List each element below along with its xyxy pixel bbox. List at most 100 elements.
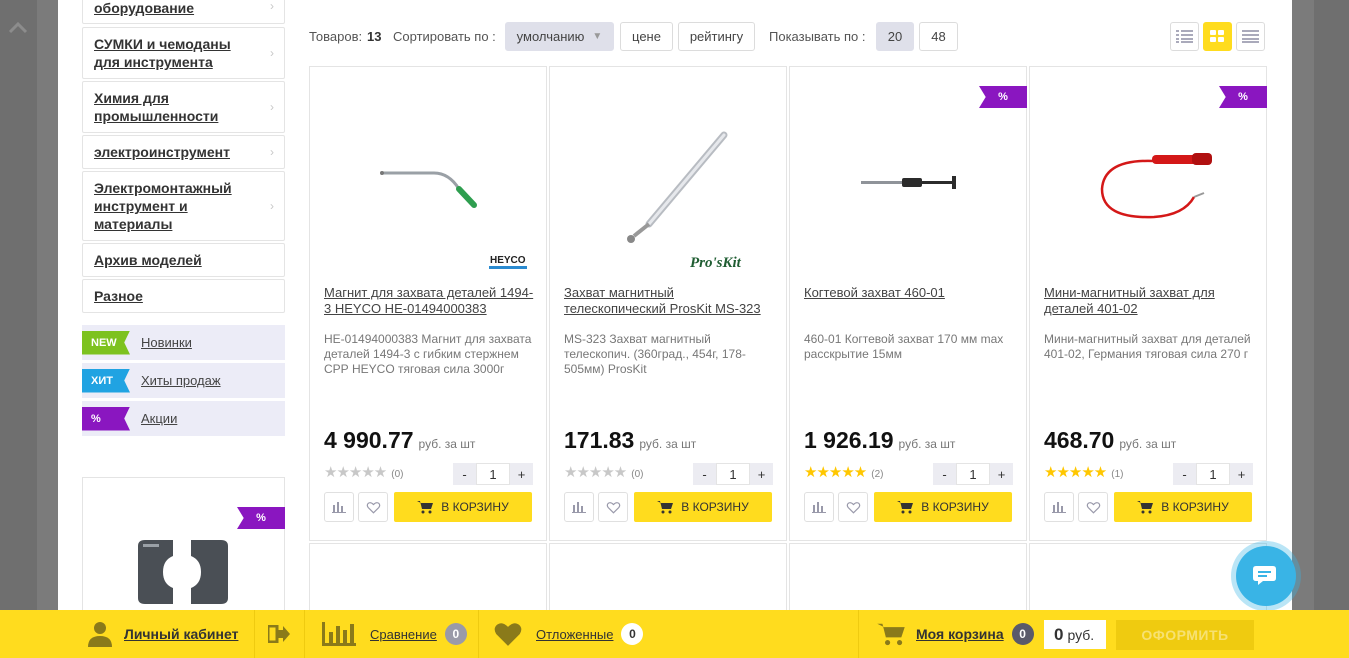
price-value: 4 990.77 bbox=[324, 427, 414, 453]
compare-button[interactable] bbox=[804, 492, 834, 522]
qty-minus-button[interactable]: - bbox=[693, 463, 716, 485]
show-20-button[interactable]: 20 bbox=[876, 22, 914, 51]
product-price: 468.70 руб. за шт bbox=[1044, 427, 1176, 454]
table-view-button[interactable] bbox=[1236, 22, 1265, 51]
category-chemistry[interactable]: Химия для промышленности › bbox=[82, 81, 285, 133]
add-to-cart-button[interactable]: В КОРЗИНУ bbox=[394, 492, 532, 522]
product-card[interactable]: % Мини-магнитный захват для деталей 401-… bbox=[1029, 66, 1267, 541]
add-to-cart-label: В КОРЗИНУ bbox=[441, 500, 509, 514]
product-name[interactable]: Мини-магнитный захват для деталей 401-02 bbox=[1044, 285, 1254, 317]
grid-view-icon bbox=[1210, 30, 1224, 42]
qty-input[interactable]: 1 bbox=[1196, 463, 1230, 485]
sort-price-button[interactable]: цене bbox=[620, 22, 673, 51]
qty-minus-button[interactable]: - bbox=[933, 463, 956, 485]
list-view-button[interactable] bbox=[1170, 22, 1199, 51]
price-unit: руб. за шт bbox=[418, 437, 476, 451]
add-to-cart-button[interactable]: В КОРЗИНУ bbox=[874, 492, 1012, 522]
qty-plus-button[interactable]: + bbox=[990, 463, 1013, 485]
wishlist-button[interactable] bbox=[1078, 492, 1108, 522]
compare-link[interactable]: Сравнение 0 bbox=[322, 610, 467, 658]
bottom-bar: Личный кабинет Сравнение 0 Отложенные 0 … bbox=[0, 610, 1349, 658]
category-archive[interactable]: Архив моделей bbox=[82, 243, 285, 277]
promo-hits[interactable]: ХИТ Хиты продаж bbox=[82, 363, 285, 398]
wishlist-button[interactable] bbox=[598, 492, 628, 522]
cart-icon bbox=[657, 501, 674, 514]
compare-label: Сравнение bbox=[370, 626, 437, 642]
qty-plus-button[interactable]: + bbox=[510, 463, 533, 485]
product-name[interactable]: Магнит для захвата деталей 1494-3 HEYCO … bbox=[324, 285, 534, 317]
qty-input[interactable]: 1 bbox=[716, 463, 750, 485]
show-48-label: 48 bbox=[931, 29, 946, 44]
category-label: Электромонтажный инструмент и материалы bbox=[94, 180, 232, 232]
stars-glyphs: ★★★★★ bbox=[324, 464, 387, 481]
promo-new[interactable]: NEW Новинки bbox=[82, 325, 285, 360]
logout-button[interactable] bbox=[268, 610, 290, 658]
cart-link[interactable]: Моя корзина 0 bbox=[876, 610, 1034, 658]
product-card[interactable] bbox=[789, 543, 1027, 610]
qty-plus-button[interactable]: + bbox=[1230, 463, 1253, 485]
promo-sales[interactable]: % Акции bbox=[82, 401, 285, 436]
show-48-button[interactable]: 48 bbox=[919, 22, 958, 51]
promo-label: Хиты продаж bbox=[141, 373, 221, 388]
compare-button[interactable] bbox=[564, 492, 594, 522]
promo-label: Новинки bbox=[141, 335, 192, 350]
heart-icon bbox=[494, 623, 522, 646]
rating-stars: ★★★★★ (0) bbox=[324, 463, 403, 481]
category-equipment[interactable]: оборудование › bbox=[82, 0, 285, 24]
category-electrical[interactable]: Электромонтажный инструмент и материалы … bbox=[82, 171, 285, 241]
compare-button[interactable] bbox=[1044, 492, 1074, 522]
wishlist-button[interactable] bbox=[838, 492, 868, 522]
sort-default-button[interactable]: умолчанию ▼ bbox=[505, 22, 614, 51]
product-card[interactable] bbox=[1029, 543, 1267, 610]
product-card[interactable]: % Когтевой захват 460-01 460-01 Когтевой… bbox=[789, 66, 1027, 541]
right-gutter bbox=[1314, 0, 1349, 610]
qty-minus-button[interactable]: - bbox=[1173, 463, 1196, 485]
checkout-button[interactable]: ОФОРМИТЬ bbox=[1116, 620, 1254, 650]
category-power-tools[interactable]: электроинструмент › bbox=[82, 135, 285, 169]
grid-view-button[interactable] bbox=[1203, 22, 1232, 51]
product-name[interactable]: Когтевой захват 460-01 bbox=[804, 285, 1014, 301]
add-to-cart-button[interactable]: В КОРЗИНУ bbox=[634, 492, 772, 522]
product-name[interactable]: Захват магнитный телескопический ProsKit… bbox=[564, 285, 774, 317]
product-card[interactable]: HEYCO Магнит для захвата деталей 1494-3 … bbox=[309, 66, 547, 541]
catalog-toolbar: Товаров: 13 Сортировать по : умолчанию ▼… bbox=[309, 22, 1269, 51]
qty-input[interactable]: 1 bbox=[476, 463, 510, 485]
qty-plus-button[interactable]: + bbox=[750, 463, 773, 485]
rating-count: (0) bbox=[631, 469, 644, 480]
cart-icon bbox=[1137, 501, 1154, 514]
account-label: Личный кабинет bbox=[124, 626, 239, 642]
featured-product-card[interactable]: % bbox=[82, 477, 285, 610]
compare-button[interactable] bbox=[324, 492, 354, 522]
product-image bbox=[804, 79, 1012, 279]
wishlist-button[interactable] bbox=[358, 492, 388, 522]
sort-rating-button[interactable]: рейтингу bbox=[678, 22, 755, 51]
rating-stars: ★★★★★ (1) bbox=[1044, 463, 1123, 481]
qty-input[interactable]: 1 bbox=[956, 463, 990, 485]
scroll-up-icon[interactable] bbox=[8, 18, 28, 38]
chevron-right-icon: › bbox=[270, 100, 274, 114]
chat-bubble-icon bbox=[1253, 566, 1276, 585]
product-count-label: Товаров: bbox=[309, 29, 363, 44]
category-bags[interactable]: СУМКИ и чемоданы для инструмента › bbox=[82, 27, 285, 79]
qty-minus-button[interactable]: - bbox=[453, 463, 476, 485]
catalog-page: оборудование › СУМКИ и чемоданы для инст… bbox=[58, 0, 1292, 610]
category-label: СУМКИ и чемоданы для инструмента bbox=[94, 36, 231, 70]
wishlist-link[interactable]: Отложенные 0 bbox=[492, 610, 644, 658]
sort-price-label: цене bbox=[632, 29, 661, 44]
cart-icon bbox=[897, 501, 914, 514]
product-card[interactable] bbox=[309, 543, 547, 610]
divider bbox=[254, 610, 255, 658]
category-misc[interactable]: Разное bbox=[82, 279, 285, 313]
crimp-die-image bbox=[138, 540, 228, 604]
cart-count-badge: 0 bbox=[1011, 623, 1034, 645]
price-value: 468.70 bbox=[1044, 427, 1115, 453]
chevron-right-icon: › bbox=[270, 0, 274, 13]
product-card[interactable]: Pro'sKit Захват магнитный телескопически… bbox=[549, 66, 787, 541]
add-to-cart-button[interactable]: В КОРЗИНУ bbox=[1114, 492, 1252, 522]
compare-chart-icon bbox=[572, 502, 586, 513]
show-20-label: 20 bbox=[887, 29, 903, 44]
product-card[interactable] bbox=[549, 543, 787, 610]
stars-glyphs: ★★★★★ bbox=[1044, 464, 1107, 481]
chat-button[interactable] bbox=[1236, 546, 1296, 606]
account-link[interactable]: Личный кабинет bbox=[88, 610, 238, 658]
